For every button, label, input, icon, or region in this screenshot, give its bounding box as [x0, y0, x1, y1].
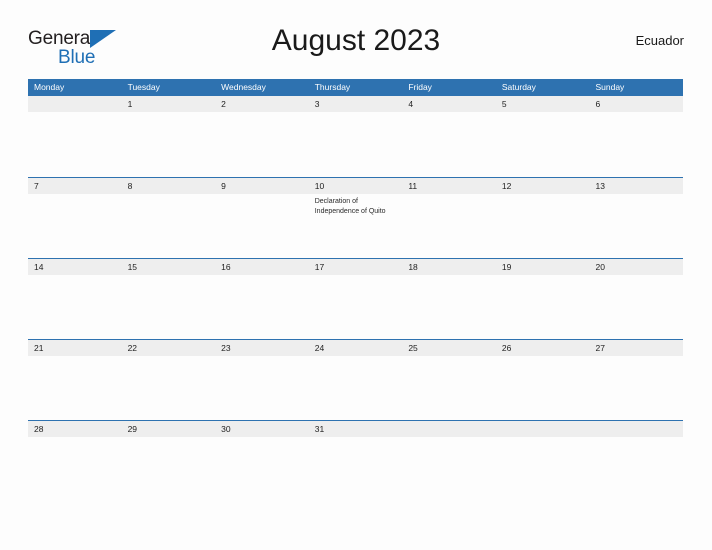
day-event[interactable] — [309, 275, 403, 339]
day-number[interactable] — [496, 421, 590, 437]
day-number[interactable]: 10 — [309, 178, 403, 194]
day-event[interactable] — [496, 356, 590, 420]
day-event[interactable] — [402, 275, 496, 339]
weekday-header-thursday: Thursday — [314, 82, 351, 92]
day-number[interactable]: 19 — [496, 259, 590, 275]
day-number[interactable]: 7 — [28, 178, 122, 194]
day-number[interactable]: 30 — [215, 421, 309, 437]
day-event[interactable] — [402, 356, 496, 420]
calendar-table: Monday Tuesday Wednesday Thursday Friday… — [28, 79, 683, 501]
week-date-strip: 28 29 30 31 — [28, 420, 683, 437]
day-event[interactable] — [589, 194, 683, 258]
day-event[interactable] — [215, 112, 309, 176]
day-event[interactable] — [496, 437, 590, 501]
day-number[interactable]: 3 — [309, 96, 403, 112]
day-event[interactable] — [122, 356, 216, 420]
calendar-page: General Blue August 2023 Ecuador Monday … — [0, 0, 712, 550]
day-number[interactable]: 18 — [402, 259, 496, 275]
day-event[interactable] — [589, 275, 683, 339]
country-label: Ecuador — [635, 33, 684, 48]
day-number[interactable]: 24 — [309, 340, 403, 356]
page-header: General Blue August 2023 Ecuador — [28, 24, 684, 72]
week-row: 14 15 16 17 18 19 20 — [28, 258, 683, 339]
weekday-header-tuesday: Tuesday — [127, 82, 160, 92]
day-number[interactable]: 28 — [28, 421, 122, 437]
day-number[interactable] — [589, 421, 683, 437]
week-event-strip — [28, 437, 683, 501]
week-date-strip: 21 22 23 24 25 26 27 — [28, 339, 683, 356]
week-event-strip: Declaration of Independence of Quito — [28, 194, 683, 258]
day-number[interactable]: 13 — [589, 178, 683, 194]
day-number[interactable]: 11 — [402, 178, 496, 194]
day-event[interactable] — [28, 112, 122, 176]
day-event[interactable] — [402, 112, 496, 176]
day-event[interactable] — [28, 275, 122, 339]
day-event[interactable] — [28, 194, 122, 258]
day-number[interactable] — [402, 421, 496, 437]
day-number[interactable]: 2 — [215, 96, 309, 112]
day-event[interactable] — [589, 437, 683, 501]
day-event[interactable] — [496, 194, 590, 258]
week-date-strip: 14 15 16 17 18 19 20 — [28, 258, 683, 275]
day-number[interactable]: 8 — [122, 178, 216, 194]
day-event[interactable] — [215, 356, 309, 420]
day-event[interactable] — [589, 356, 683, 420]
day-event[interactable] — [309, 437, 403, 501]
day-number[interactable]: 26 — [496, 340, 590, 356]
day-number[interactable]: 14 — [28, 259, 122, 275]
day-event[interactable] — [215, 194, 309, 258]
weekday-header-monday: Monday — [34, 82, 65, 92]
day-event[interactable] — [28, 356, 122, 420]
day-number[interactable]: 22 — [122, 340, 216, 356]
day-event[interactable] — [589, 112, 683, 176]
day-event[interactable] — [122, 194, 216, 258]
weekday-header-wednesday: Wednesday — [221, 82, 266, 92]
page-title: August 2023 — [271, 24, 441, 57]
day-event[interactable] — [309, 112, 403, 176]
weekday-header-saturday: Saturday — [501, 82, 536, 92]
week-row: 28 29 30 31 — [28, 420, 683, 501]
week-event-strip — [28, 356, 683, 420]
week-event-strip — [28, 275, 683, 339]
day-number[interactable]: 23 — [215, 340, 309, 356]
day-number[interactable]: 9 — [215, 178, 309, 194]
day-number[interactable]: 29 — [122, 421, 216, 437]
day-event[interactable] — [402, 194, 496, 258]
week-row: 7 8 9 10 11 12 13 Declaration of Indepen… — [28, 177, 683, 258]
day-number[interactable]: 20 — [589, 259, 683, 275]
day-event[interactable] — [215, 275, 309, 339]
weekday-header-sunday: Sunday — [595, 82, 625, 92]
day-number[interactable]: 16 — [215, 259, 309, 275]
day-number[interactable]: 5 — [496, 96, 590, 112]
week-row: 21 22 23 24 25 26 27 — [28, 339, 683, 420]
day-number[interactable]: 17 — [309, 259, 403, 275]
day-number[interactable]: 4 — [402, 96, 496, 112]
week-event-strip — [28, 112, 683, 176]
day-event[interactable] — [496, 275, 590, 339]
day-event[interactable] — [122, 112, 216, 176]
day-event[interactable] — [122, 275, 216, 339]
day-event[interactable] — [496, 112, 590, 176]
day-number[interactable]: 6 — [589, 96, 683, 112]
day-event-holiday[interactable]: Declaration of Independence of Quito — [309, 194, 403, 258]
day-event[interactable] — [28, 437, 122, 501]
day-event[interactable] — [402, 437, 496, 501]
day-number[interactable]: 31 — [309, 421, 403, 437]
weekday-header-row: Monday Tuesday Wednesday Thursday Friday… — [28, 79, 683, 96]
day-number[interactable]: 1 — [122, 96, 216, 112]
day-event[interactable] — [215, 437, 309, 501]
day-number[interactable] — [28, 96, 122, 112]
week-date-strip: 1 2 3 4 5 6 — [28, 96, 683, 112]
day-event[interactable] — [122, 437, 216, 501]
week-date-strip: 7 8 9 10 11 12 13 — [28, 177, 683, 194]
week-row: 1 2 3 4 5 6 — [28, 96, 683, 177]
day-event[interactable] — [309, 356, 403, 420]
day-number[interactable]: 12 — [496, 178, 590, 194]
weekday-header-friday: Friday — [408, 82, 432, 92]
day-number[interactable]: 21 — [28, 340, 122, 356]
day-number[interactable]: 25 — [402, 340, 496, 356]
day-number[interactable]: 15 — [122, 259, 216, 275]
day-number[interactable]: 27 — [589, 340, 683, 356]
